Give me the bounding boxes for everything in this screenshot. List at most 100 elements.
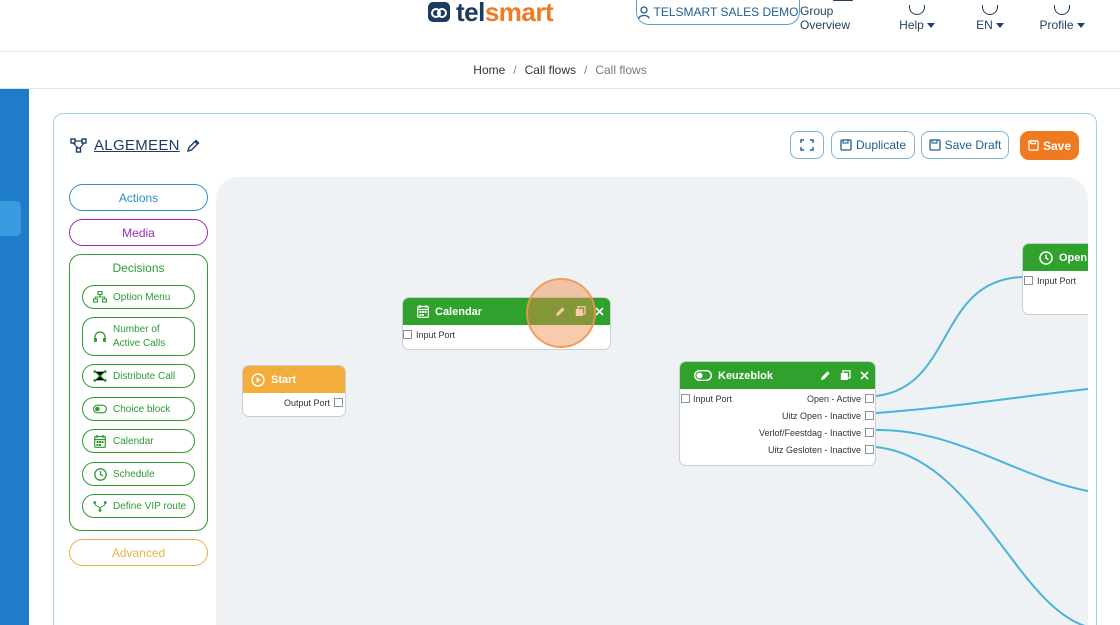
breadcrumb: Home / Call flows / Call flows xyxy=(0,52,1120,89)
sidebar-toggle-tab[interactable] xyxy=(0,201,21,236)
decision-calendar[interactable]: Calendar xyxy=(82,429,195,453)
question-circle-icon xyxy=(909,5,925,15)
output-port-label: Uitz Gesloten - Inactive xyxy=(767,444,861,455)
advanced-category-button[interactable]: Advanced xyxy=(69,539,208,566)
logo-text-prefix: tel xyxy=(456,0,485,27)
keuzeblok-row-0: Input Port Open - Active xyxy=(680,390,875,407)
open-node-header[interactable]: Open xyxy=(1023,244,1088,271)
close-icon[interactable] xyxy=(860,371,869,380)
connection-wire[interactable] xyxy=(875,276,1027,397)
media-category-button[interactable]: Media xyxy=(69,219,208,246)
connection-wire[interactable] xyxy=(875,428,1088,492)
input-port[interactable] xyxy=(681,394,690,403)
left-rail xyxy=(0,89,29,625)
open-node-title: Open xyxy=(1059,251,1088,264)
output-port-label: Open - Active xyxy=(806,393,861,404)
flow-diagram-icon xyxy=(70,138,87,153)
calendar-node-title: Calendar xyxy=(435,305,483,318)
output-port-row: Output Port xyxy=(243,394,345,411)
start-node-title: Start xyxy=(271,373,297,386)
save-draft-button[interactable]: Save Draft xyxy=(921,131,1009,159)
output-port-label: Uitz Open - Inactive xyxy=(781,410,861,421)
open-node[interactable]: Open Input Port xyxy=(1022,243,1088,315)
decision-option-menu-label: Option Menu xyxy=(113,291,171,303)
top-header: telsmart TELSMART SALES DEMO Group Overv… xyxy=(0,0,1120,52)
decision-number-of-active-calls-label: Number of Active Calls xyxy=(113,323,166,349)
clock-icon xyxy=(93,467,107,481)
floppy-disk-icon xyxy=(928,139,941,151)
breadcrumb-call-flows[interactable]: Call flows xyxy=(525,63,576,77)
output-port-label: Verlof/Feestdag - Inactive xyxy=(758,427,861,438)
decision-calendar-label: Calendar xyxy=(113,435,154,447)
fullscreen-button[interactable] xyxy=(790,131,824,159)
flow-canvas[interactable]: Start Output Port Calendar Input Port Ke… xyxy=(216,177,1088,625)
nav-profile[interactable]: Profile xyxy=(1036,0,1088,32)
connection-wires xyxy=(875,276,1088,625)
start-node-header[interactable]: Start xyxy=(243,366,345,393)
nav-group-overview[interactable]: Group Overview xyxy=(800,0,886,32)
sitemap-icon xyxy=(93,290,107,304)
copy-icon[interactable] xyxy=(840,370,851,381)
headset-icon xyxy=(93,330,107,344)
breadcrumb-home[interactable]: Home xyxy=(473,63,505,77)
decision-define-vip-route[interactable]: Define VIP route xyxy=(82,494,195,518)
nav-group-overview-label: Group Overview xyxy=(800,4,851,32)
output-port[interactable] xyxy=(865,411,874,420)
nav-language[interactable]: EN xyxy=(972,0,1008,32)
floppy-disk-icon xyxy=(1028,140,1039,151)
decision-distribute-call[interactable]: Distribute Call xyxy=(82,364,195,388)
close-icon[interactable] xyxy=(595,307,604,316)
calendar-icon xyxy=(417,305,429,318)
breadcrumb-separator: / xyxy=(513,63,517,77)
duplicate-button-label: Duplicate xyxy=(855,138,907,152)
share-nodes-icon xyxy=(93,369,107,383)
connection-wire[interactable] xyxy=(875,446,1088,625)
users-icon xyxy=(833,0,853,1)
caret-down-icon xyxy=(926,23,935,29)
input-port-label: Input Port xyxy=(693,393,733,404)
connection-wire[interactable] xyxy=(875,388,1088,414)
tenant-selector-button[interactable]: TELSMART SALES DEMO xyxy=(636,0,800,25)
flow-title-group: ALGEMEEN xyxy=(70,137,200,154)
breadcrumb-separator: / xyxy=(584,63,588,77)
keuzeblok-node-header[interactable]: Keuzeblok xyxy=(680,362,875,389)
pencil-icon[interactable] xyxy=(186,139,200,153)
logo-text-suffix: smart xyxy=(484,0,554,27)
nav-help[interactable]: Help xyxy=(895,0,939,32)
telsmart-logo[interactable]: telsmart xyxy=(428,0,554,27)
start-node[interactable]: Start Output Port xyxy=(242,365,346,417)
output-port[interactable] xyxy=(865,428,874,437)
decision-choice-block-label: Choice block xyxy=(113,403,171,415)
user-icon xyxy=(637,5,650,19)
decision-schedule[interactable]: Schedule xyxy=(82,462,195,486)
output-port[interactable] xyxy=(865,394,874,403)
keuzeblok-node[interactable]: Keuzeblok Input Port Open - Active Uitz … xyxy=(679,361,876,466)
output-port[interactable] xyxy=(334,398,343,407)
decision-number-of-active-calls[interactable]: Number of Active Calls xyxy=(82,317,195,356)
advanced-category-label: Advanced xyxy=(111,545,166,560)
keuzeblok-row-1: Uitz Open - Inactive xyxy=(680,407,875,424)
media-category-label: Media xyxy=(122,225,155,240)
globe-icon xyxy=(982,5,998,15)
input-port[interactable] xyxy=(403,330,412,339)
save-button[interactable]: Save xyxy=(1020,131,1079,160)
actions-category-button[interactable]: Actions xyxy=(69,184,208,211)
play-circle-icon xyxy=(251,372,265,387)
click-highlight-indicator xyxy=(526,278,596,348)
pencil-icon[interactable] xyxy=(820,370,831,381)
flow-title[interactable]: ALGEMEEN xyxy=(94,137,180,154)
decision-option-menu[interactable]: Option Menu xyxy=(82,285,195,309)
caret-down-icon xyxy=(1076,23,1085,29)
breadcrumb-current: Call flows xyxy=(595,63,647,77)
keuzeblok-node-actions xyxy=(820,362,869,389)
save-button-label: Save xyxy=(1042,138,1072,153)
decision-choice-block[interactable]: Choice block xyxy=(82,397,195,421)
decisions-category-panel: Decisions Option Menu Number of Active C… xyxy=(69,254,208,531)
decisions-category-title[interactable]: Decisions xyxy=(70,261,207,275)
output-port[interactable] xyxy=(865,445,874,454)
duplicate-button[interactable]: Duplicate xyxy=(831,131,915,159)
nav-profile-label: Profile xyxy=(1039,18,1074,32)
tenant-name: TELSMART SALES DEMO xyxy=(653,5,799,19)
nav-language-label: EN xyxy=(976,18,993,32)
input-port[interactable] xyxy=(1024,276,1033,285)
